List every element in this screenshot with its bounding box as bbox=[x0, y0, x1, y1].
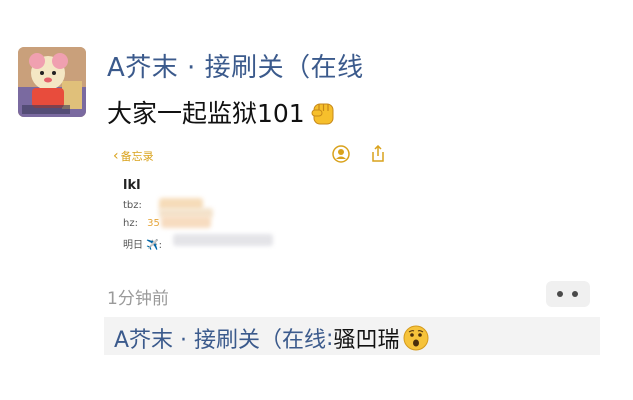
message-text: 大家一起监狱101 bbox=[107, 94, 338, 130]
hushed-face-icon bbox=[403, 325, 429, 351]
note-line-partial: 35 bbox=[147, 218, 160, 229]
chevron-left-icon: ‹ bbox=[113, 148, 119, 164]
attached-screenshot[interactable]: ‹ 备忘录 lkl tbz: hz: 35 明日 ✈️: bbox=[107, 140, 397, 258]
post-timestamp: 1分钟前 bbox=[107, 289, 169, 309]
note-line-label: tbz: bbox=[123, 200, 142, 211]
note-line-label: 明日 ✈️: bbox=[123, 240, 162, 251]
share-person-icon[interactable] bbox=[332, 145, 350, 163]
redacted-value bbox=[173, 234, 273, 246]
avatar-image bbox=[18, 47, 86, 117]
note-title: lkl bbox=[123, 178, 141, 193]
notes-back-button[interactable]: ‹ 备忘录 bbox=[113, 148, 154, 164]
redacted-value bbox=[161, 216, 211, 228]
note-line-label: hz: bbox=[123, 218, 138, 229]
avatar[interactable] bbox=[18, 47, 86, 117]
share-icon[interactable] bbox=[370, 145, 386, 163]
raised-fist-icon bbox=[311, 103, 334, 125]
quote-text: 骚凹瑞 bbox=[333, 328, 400, 353]
note-line: tbz: bbox=[123, 200, 142, 211]
quote-separator: : bbox=[326, 325, 334, 351]
quoted-reply[interactable]: A芥末 · 接刷关（在线 : 骚凹瑞 bbox=[104, 317, 600, 355]
more-options-button[interactable] bbox=[546, 281, 590, 307]
author-name[interactable]: A芥末 · 接刷关（在线 bbox=[107, 47, 364, 84]
dot-icon bbox=[572, 291, 578, 297]
quote-content: A芥末 · 接刷关（在线 : 骚凹瑞 bbox=[114, 322, 429, 354]
note-line: 明日 ✈️: bbox=[123, 236, 162, 251]
message-body: 大家一起监狱101 bbox=[107, 99, 305, 128]
notes-back-label: 备忘录 bbox=[120, 150, 154, 163]
note-line: hz: 35 bbox=[123, 218, 160, 229]
dot-icon bbox=[557, 291, 563, 297]
notes-top-bar: ‹ 备忘录 bbox=[107, 140, 397, 170]
quote-author[interactable]: A芥末 · 接刷关（在线 bbox=[114, 322, 326, 354]
